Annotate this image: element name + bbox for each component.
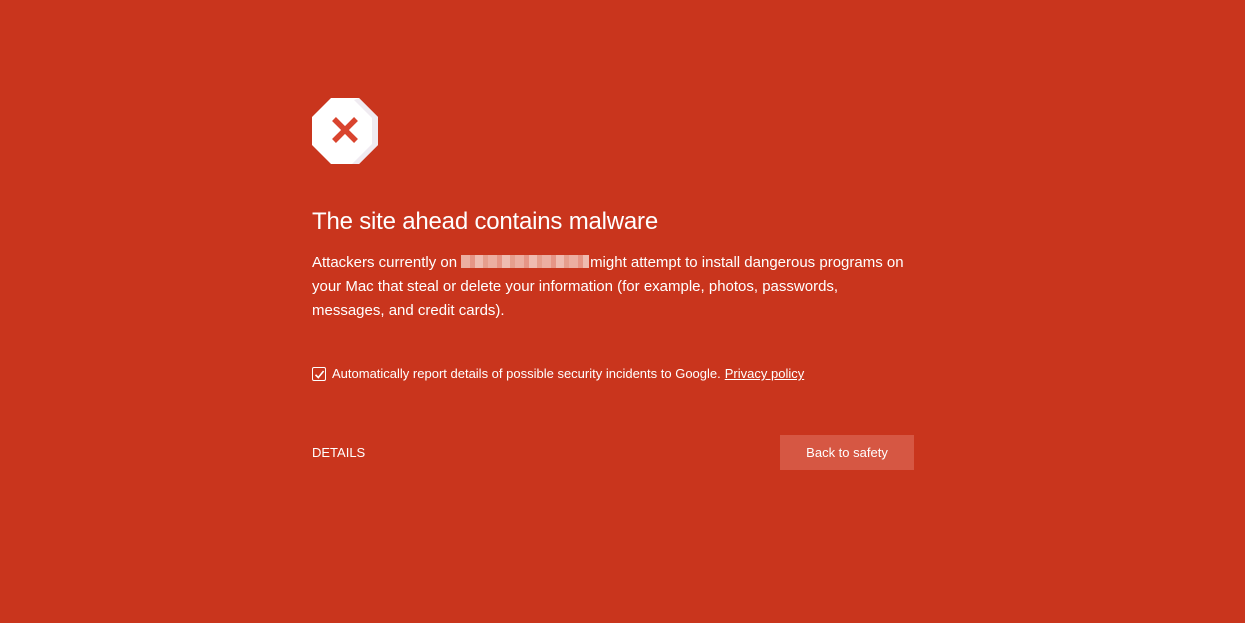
privacy-policy-link[interactable]: Privacy policy <box>725 365 804 383</box>
report-option: Automatically report details of possible… <box>312 365 914 383</box>
warning-message: Attackers currently on might attempt to i… <box>312 251 914 323</box>
redacted-site-url <box>461 255 590 268</box>
stop-sign-icon <box>312 98 378 164</box>
interstitial-content: The site ahead contains malware Attacker… <box>312 98 914 470</box>
report-checkbox[interactable] <box>312 367 326 381</box>
details-button[interactable]: DETAILS <box>312 445 365 461</box>
page-title: The site ahead contains malware <box>312 208 658 235</box>
back-to-safety-button[interactable]: Back to safety <box>780 435 914 470</box>
interstitial-page: The site ahead contains malware Attacker… <box>0 0 1245 623</box>
checkmark-icon <box>314 370 325 379</box>
report-label: Automatically report details of possible… <box>332 366 721 381</box>
action-bar: DETAILS Back to safety <box>312 435 914 471</box>
warning-message-part1: Attackers currently on <box>312 254 458 271</box>
